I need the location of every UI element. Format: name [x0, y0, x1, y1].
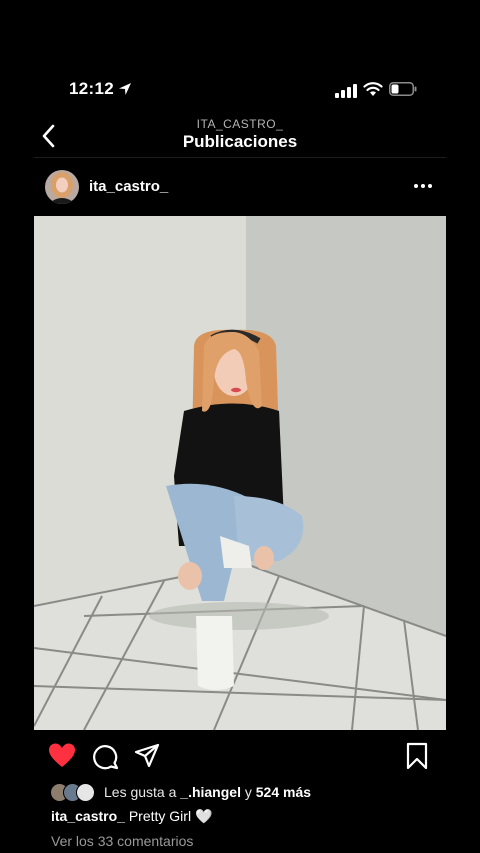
- likes-row: Les gusta a _.hiangel y 524 más: [50, 782, 470, 804]
- more-dots-icon[interactable]: [412, 178, 434, 194]
- likes-text[interactable]: Les gusta a _.hiangel y 524 más: [104, 784, 311, 800]
- caption-text: Pretty Girl: [128, 808, 192, 824]
- likes-prefix: Les gusta a: [104, 784, 181, 800]
- view-comments-link[interactable]: Ver los 33 comentarios: [51, 833, 193, 849]
- avatar[interactable]: [45, 170, 79, 204]
- signal-icon: [335, 84, 357, 98]
- status-bar: [0, 0, 480, 60]
- location-arrow-icon: [119, 83, 131, 95]
- wifi-icon: [363, 82, 383, 96]
- post-username[interactable]: ita_castro_: [89, 178, 168, 195]
- caption-emoji: 🤍: [194, 808, 213, 824]
- post-header: ita_castro_: [0, 168, 480, 208]
- post-photo[interactable]: [34, 216, 446, 730]
- bookmark-icon[interactable]: [403, 742, 431, 770]
- liker-avatar: [76, 783, 95, 802]
- top-nav: ITA_CASTRO_ Publicaciones: [0, 108, 480, 158]
- liker-avatars[interactable]: [50, 783, 100, 802]
- account-name: ITA_CASTRO_: [196, 117, 284, 131]
- likes-connector: y: [240, 784, 256, 800]
- page-title: Publicaciones: [182, 132, 298, 151]
- caption: ita_castro_ Pretty Girl 🤍: [51, 808, 212, 825]
- post-actions: [0, 742, 480, 772]
- likes-user[interactable]: _.hiangel: [180, 784, 241, 800]
- status-time: 12:12: [69, 79, 114, 98]
- caption-username[interactable]: ita_castro_: [51, 808, 125, 824]
- heart-icon[interactable]: [48, 742, 76, 770]
- battery-icon: [389, 82, 417, 96]
- send-icon[interactable]: [133, 742, 161, 770]
- divider: [34, 157, 446, 158]
- likes-others[interactable]: 524 más: [256, 784, 311, 800]
- comment-icon[interactable]: [91, 742, 119, 770]
